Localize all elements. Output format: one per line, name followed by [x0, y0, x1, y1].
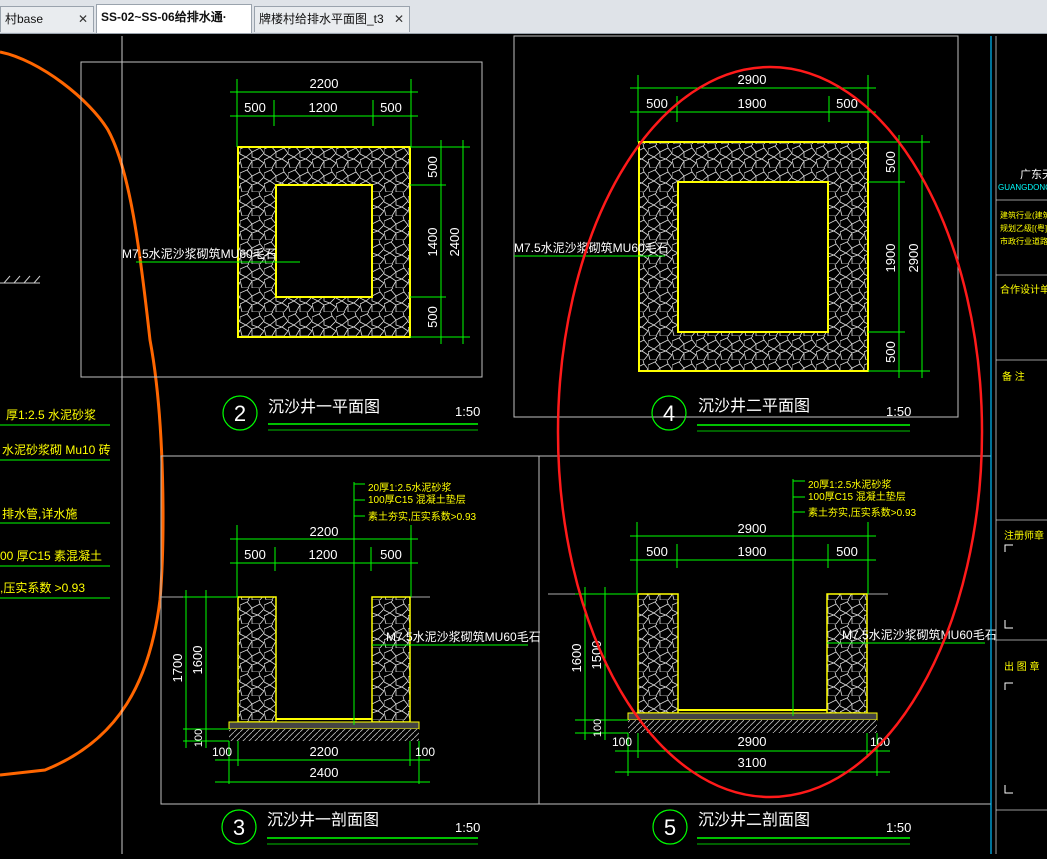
svg-text:1700: 1700 — [170, 654, 185, 683]
svg-text:1200: 1200 — [309, 100, 338, 115]
svg-text:沉沙井二平面图: 沉沙井二平面图 — [698, 397, 810, 415]
svg-text:注册师章: 注册师章 — [1004, 529, 1044, 542]
svg-text:1900: 1900 — [738, 544, 767, 559]
close-icon[interactable]: ✕ — [394, 7, 404, 31]
svg-text:500: 500 — [425, 156, 440, 178]
svg-text:100厚C15 混凝土垫层: 100厚C15 混凝土垫层 — [368, 493, 466, 506]
note-line: 厚1:2.5 水泥砂浆 — [6, 407, 96, 422]
svg-text:4: 4 — [663, 401, 675, 426]
svg-text:1600: 1600 — [569, 644, 584, 673]
svg-text:1200: 1200 — [309, 547, 338, 562]
section-1-title: 3 沉沙井一剖面图 1:50 — [221, 809, 480, 845]
svg-text:1900: 1900 — [738, 96, 767, 111]
note-line: 排水管,详水施 — [2, 506, 77, 521]
svg-text:GUANGDONG: GUANGDONG — [998, 183, 1047, 192]
tab-label: 牌楼村给排水平面图_t3 — [259, 12, 384, 26]
svg-text:规划乙级[(粤]: 规划乙级[(粤] — [1000, 223, 1047, 233]
svg-text:1:50: 1:50 — [886, 404, 911, 419]
svg-text:沉沙井二剖面图: 沉沙井二剖面图 — [698, 811, 810, 829]
tab-base[interactable]: 村base ✕ — [0, 6, 94, 32]
svg-text:500: 500 — [380, 547, 402, 562]
tab-label: SS-02~SS-06给排水通· — [101, 10, 227, 24]
section-2-title: 5 沉沙井二剖面图 1:50 — [652, 809, 911, 845]
plan-2-drawing: 2900 500 1900 500 500 1900 500 2900 M7.5… — [514, 72, 930, 378]
svg-text:备 注: 备 注 — [1002, 370, 1025, 383]
svg-text:100: 100 — [612, 735, 632, 749]
svg-text:500: 500 — [883, 341, 898, 363]
drawing-canvas[interactable]: 厚1:2.5 水泥砂浆 水泥砂浆砌 Mu10 砖 排水管,详水施 00 厚C15… — [0, 33, 1047, 854]
svg-text:1:50: 1:50 — [886, 820, 911, 835]
svg-text:素土夯实,压实系数>0.93: 素土夯实,压实系数>0.93 — [368, 510, 477, 523]
svg-text:100厚C15 混凝土垫层: 100厚C15 混凝土垫层 — [808, 490, 906, 503]
tab-bar: 村base ✕ SS-02~SS-06给排水通· 牌楼村给排水平面图_t3 ✕ — [0, 0, 1047, 34]
svg-text:100: 100 — [212, 745, 232, 759]
section-2-drawing: 20厚1:2.5水泥砂浆 100厚C15 混凝土垫层 素土夯实,压实系数>0.9… — [548, 478, 997, 776]
svg-text:500: 500 — [646, 544, 668, 559]
svg-text:沉沙井一剖面图: 沉沙井一剖面图 — [267, 811, 379, 829]
svg-text:2900: 2900 — [738, 734, 767, 749]
svg-text:100: 100 — [193, 729, 205, 747]
svg-text:2200: 2200 — [310, 744, 339, 759]
note-line: ,压实系数 >0.93 — [0, 580, 85, 595]
tab-active-drawing[interactable]: SS-02~SS-06给排水通· — [96, 4, 252, 33]
svg-text:1:50: 1:50 — [455, 404, 480, 419]
svg-text:100: 100 — [592, 719, 604, 737]
svg-text:2200: 2200 — [310, 524, 339, 539]
svg-text:500: 500 — [244, 100, 266, 115]
material-label: M7.5水泥沙浆砌筑MU60毛石 — [514, 240, 669, 255]
tab-label: 村base — [5, 12, 44, 26]
svg-text:500: 500 — [883, 151, 898, 173]
svg-text:市政行业道路工程: 市政行业道路工程 — [1000, 236, 1047, 246]
svg-text:5: 5 — [664, 815, 676, 840]
plan-1-title: 2 沉沙井一平面图 1:50 — [222, 395, 480, 431]
close-icon[interactable]: ✕ — [78, 7, 88, 31]
svg-text:2900: 2900 — [738, 72, 767, 87]
svg-text:素土夯实,压实系数>0.93: 素土夯实,压实系数>0.93 — [808, 506, 917, 519]
svg-text:500: 500 — [425, 306, 440, 328]
section-1-drawing: 20厚1:2.5水泥砂浆 100厚C15 混凝土垫层 素土夯实,压实系数>0.9… — [160, 481, 541, 784]
svg-text:沉沙井一平面图: 沉沙井一平面图 — [268, 398, 380, 416]
note-line: 水泥砂浆砌 Mu10 砖 — [2, 442, 111, 457]
svg-text:1400: 1400 — [425, 228, 440, 257]
svg-text:1:50: 1:50 — [455, 820, 480, 835]
svg-text:2900: 2900 — [738, 521, 767, 536]
svg-text:2: 2 — [234, 401, 246, 426]
svg-text:建筑行业(建筑工: 建筑行业(建筑工 — [1000, 210, 1047, 220]
svg-text:100: 100 — [415, 745, 435, 759]
svg-text:20厚1:2.5水泥砂浆: 20厚1:2.5水泥砂浆 — [808, 478, 891, 491]
note-line: 00 厚C15 素混凝土 — [0, 548, 102, 563]
plan-1-drawing: 2200 500 1200 500 500 1400 500 2400 M7.5… — [122, 76, 470, 344]
svg-text:500: 500 — [646, 96, 668, 111]
svg-text:500: 500 — [836, 544, 858, 559]
svg-text:3: 3 — [233, 815, 245, 840]
svg-text:500: 500 — [244, 547, 266, 562]
svg-text:500: 500 — [380, 100, 402, 115]
svg-text:广东天: 广东天 — [1020, 168, 1047, 181]
tab-plan[interactable]: 牌楼村给排水平面图_t3 ✕ — [254, 6, 410, 32]
material-label: M7.5水泥沙浆砌筑MU60毛石 — [122, 246, 277, 261]
svg-text:1900: 1900 — [883, 244, 898, 273]
title-block: 广东天 GUANGDONG 建筑行业(建筑工 规划乙级[(粤] 市政行业道路工程… — [990, 36, 1047, 854]
material-label: M7.5水泥沙浆砌筑MU60毛石 — [386, 629, 541, 644]
svg-text:2900: 2900 — [906, 244, 921, 273]
svg-text:合作设计单位: 合作设计单位 — [1000, 283, 1047, 296]
svg-text:2200: 2200 — [310, 76, 339, 91]
svg-text:2400: 2400 — [447, 228, 462, 257]
plan-2-title: 4 沉沙井二平面图 1:50 — [651, 395, 911, 432]
material-label: M7.5水泥沙浆砌筑MU60毛石 — [842, 627, 997, 642]
svg-text:出 图 章: 出 图 章 — [1004, 660, 1040, 673]
svg-text:3100: 3100 — [738, 755, 767, 770]
svg-text:1600: 1600 — [190, 646, 205, 675]
svg-text:20厚1:2.5水泥砂浆: 20厚1:2.5水泥砂浆 — [368, 481, 451, 494]
svg-text:2400: 2400 — [310, 765, 339, 780]
